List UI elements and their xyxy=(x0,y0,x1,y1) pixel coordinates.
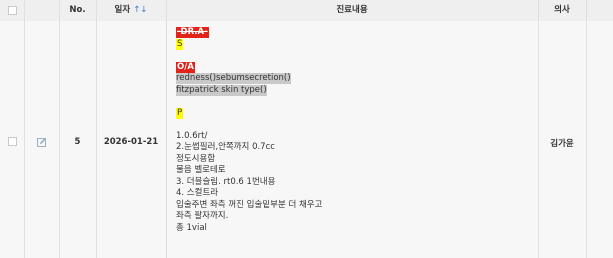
column-divider xyxy=(59,0,60,258)
edit-icon[interactable] xyxy=(37,137,47,147)
plan-line: 2.눈썹필러,안쪽까지 0.7cc xyxy=(176,142,275,152)
objective-line: redness()sebumsecretion() xyxy=(176,73,291,84)
plan-line: 좌측 팔자까지. xyxy=(176,211,229,221)
plan-line: 입술주변 좌측 꺼진 입술밑부분 더 채우고 xyxy=(176,199,323,210)
select-all-checkbox[interactable] xyxy=(8,6,17,15)
column-divider xyxy=(538,0,539,258)
subjective-label: S xyxy=(176,38,184,50)
column-divider xyxy=(96,0,97,258)
chart-record-table: No. 일자 ↑↓ 진료내용 의사 5 2026-01-21 김가윤 -DR.A-… xyxy=(0,0,613,258)
sort-icon[interactable]: ↑↓ xyxy=(133,5,147,15)
plan-line: 물음 벨로테로 xyxy=(176,165,226,175)
plan-line: 3. 더블슬림. rt0.6 1번내용 xyxy=(176,176,276,187)
column-divider xyxy=(586,0,587,258)
doctor-tag: -DR.A- xyxy=(176,27,209,38)
header-content: 진료내용 xyxy=(336,5,368,15)
header-date[interactable]: 일자 ↑↓ xyxy=(96,0,166,21)
column-divider xyxy=(166,0,167,258)
plan-line: 총 1vial xyxy=(176,222,207,233)
objective-assessment-label: O/A xyxy=(176,61,195,73)
plan-line: 1.0.6rt/ xyxy=(176,130,208,141)
header-date-label: 일자 xyxy=(114,5,131,15)
row-no: 5 xyxy=(74,137,81,147)
plan-line: 정도시용함 xyxy=(176,153,216,164)
header-no: No. xyxy=(69,5,86,15)
row-doctor: 김가윤 xyxy=(550,139,574,149)
treatment-content[interactable]: -DR.A- S O/A redness()sebumsecretion() f… xyxy=(176,27,536,234)
row-checkbox[interactable] xyxy=(8,137,17,146)
plan-label: P xyxy=(176,107,184,119)
objective-line: fitzpatrick skin type() xyxy=(176,84,267,96)
header-doctor: 의사 xyxy=(554,5,570,15)
row-date: 2026-01-21 xyxy=(103,137,159,147)
plan-line: 4. 스컬트라 xyxy=(176,188,219,198)
column-divider xyxy=(24,0,25,258)
